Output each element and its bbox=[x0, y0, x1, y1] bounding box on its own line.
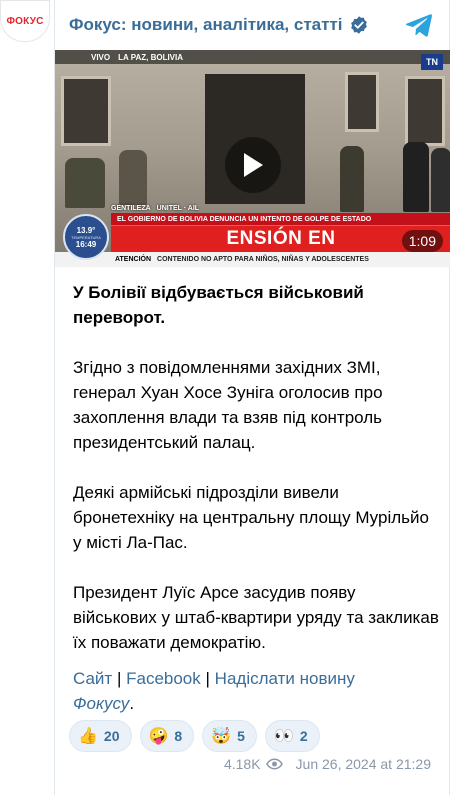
weather-clock: 16:49 bbox=[75, 239, 97, 249]
building-window bbox=[61, 76, 111, 146]
post-paragraph: Деякі армійські підрозділи вивели бронет… bbox=[73, 483, 429, 552]
reaction-count: 20 bbox=[103, 728, 120, 744]
video-person bbox=[119, 150, 147, 205]
location-label: LA PAZ, BOLIVIA bbox=[118, 52, 184, 62]
reaction-count: 5 bbox=[237, 728, 245, 744]
channel-title[interactable]: Фокус: новини, аналітика, статті bbox=[69, 15, 343, 35]
exploding-head-icon: 🤯 bbox=[211, 726, 232, 745]
video-duration: 1:09 bbox=[408, 233, 436, 249]
focus-link[interactable]: Фокусу bbox=[73, 694, 129, 713]
video-person bbox=[65, 158, 105, 208]
submit-news-link[interactable]: Надіслати новину bbox=[215, 669, 355, 688]
message-text: У Болівії відбувається військовий перево… bbox=[73, 280, 439, 680]
reaction-thumbs-up[interactable]: 👍 20 bbox=[69, 720, 132, 752]
video-person bbox=[431, 148, 450, 212]
post-paragraph: Згідно з повідомленнями західних ЗМІ, ге… bbox=[73, 358, 383, 452]
view-count: 4.18K bbox=[223, 756, 261, 772]
news-ticker: ENSIÓN EN bbox=[111, 226, 450, 252]
verified-badge-icon bbox=[350, 16, 367, 34]
credit-line: GENTILEZA UNITEL · AIL bbox=[111, 203, 199, 213]
site-link[interactable]: Сайт bbox=[73, 669, 112, 688]
broadcast-top-strip: VIVO LA PAZ, BOLIVIA bbox=[55, 50, 450, 64]
channel-avatar[interactable]: ФОКУС bbox=[0, 0, 50, 42]
eye-icon bbox=[265, 758, 283, 770]
play-icon bbox=[244, 153, 263, 177]
reaction-count: 2 bbox=[299, 728, 308, 744]
link-separator: | bbox=[205, 669, 210, 688]
warning-strip: ATENCIÓN CONTENIDO NO APTO PARA NIÑOS, N… bbox=[55, 252, 450, 267]
avatar-logo-text: ФОКУС bbox=[6, 15, 44, 27]
video-person bbox=[403, 142, 429, 212]
warning-label: ATENCIÓN bbox=[115, 256, 152, 263]
ticker-text: ENSIÓN EN bbox=[226, 228, 336, 249]
reaction-exploding-head[interactable]: 🤯 5 bbox=[202, 720, 257, 752]
play-button[interactable] bbox=[225, 137, 281, 193]
reaction-eyes[interactable]: 👀 2 bbox=[264, 720, 320, 752]
video-player[interactable]: VIVO LA PAZ, BOLIVIA TN GENTILEZA UNITEL… bbox=[55, 50, 450, 267]
credit-source: UNITEL · AIL bbox=[156, 204, 200, 212]
telegram-logo-icon[interactable] bbox=[405, 12, 433, 38]
thumbs-up-icon: 👍 bbox=[78, 726, 98, 745]
reactions-bar: 👍 20 🤪 8 🤯 5 👀 2 bbox=[69, 720, 320, 752]
weather-temperature: 13.9° bbox=[76, 225, 96, 235]
reaction-count: 8 bbox=[174, 728, 183, 744]
message-links: Сайт | Facebook | Надіслати новину Фокус… bbox=[73, 666, 439, 716]
building-window bbox=[405, 76, 445, 146]
live-label: VIVO bbox=[91, 52, 111, 62]
post-paragraph: Президент Луїс Арсе засудив появу військ… bbox=[73, 583, 439, 652]
news-headline-bar: EL GOBIERNO DE BOLIVIA DENUNCIA UN INTEN… bbox=[111, 213, 450, 225]
message-header: Фокус: новини, аналітика, статті bbox=[55, 0, 450, 50]
link-separator: | bbox=[116, 669, 122, 688]
broadcaster-logo: TN bbox=[421, 54, 443, 70]
news-headline: EL GOBIERNO DE BOLIVIA DENUNCIA UN INTEN… bbox=[117, 215, 372, 223]
weather-widget: 13.9° TEMPERATURA 16:49 bbox=[63, 214, 109, 260]
zany-face-icon: 🤪 bbox=[148, 726, 169, 745]
post-paragraph-headline: У Болівії відбувається військовий перево… bbox=[73, 283, 364, 327]
message-date[interactable]: Jun 26, 2024 at 21:29 bbox=[296, 756, 431, 772]
video-person bbox=[340, 146, 364, 212]
warning-text: CONTENIDO NO APTO PARA NIÑOS, NIÑAS Y AD… bbox=[157, 256, 369, 263]
video-duration-badge: 1:09 bbox=[401, 230, 443, 252]
reaction-zany-face[interactable]: 🤪 8 bbox=[139, 720, 195, 752]
link-period: . bbox=[129, 694, 135, 713]
message-footer: 4.18K Jun 26, 2024 at 21:29 bbox=[224, 756, 431, 772]
facebook-link[interactable]: Facebook bbox=[126, 669, 201, 688]
eyes-icon: 👀 bbox=[273, 726, 294, 745]
building-window bbox=[345, 72, 379, 132]
message-card: Фокус: новини, аналітика, статті VIVO LA… bbox=[54, 0, 450, 795]
credit-label: GENTILEZA bbox=[111, 204, 151, 212]
